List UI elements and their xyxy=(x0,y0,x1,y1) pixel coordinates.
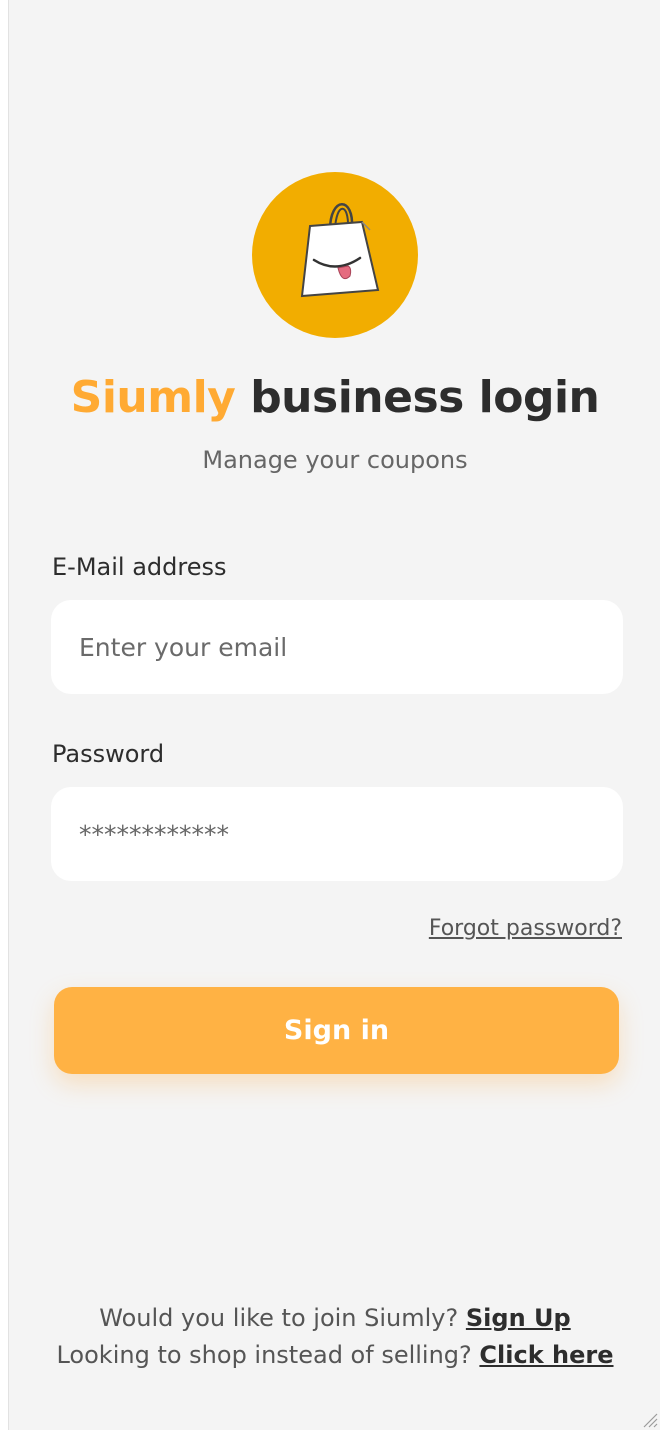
join-line: Would you like to join Siumly? Sign Up xyxy=(9,1304,660,1332)
login-page: Siumly business login Manage your coupon… xyxy=(8,0,660,1430)
siumly-logo xyxy=(252,172,418,338)
forgot-password-link[interactable]: Forgot password? xyxy=(429,916,622,941)
email-label: E-Mail address xyxy=(52,553,227,581)
signin-button[interactable]: Sign in xyxy=(54,987,619,1074)
click-here-link[interactable]: Click here xyxy=(479,1341,613,1369)
resize-grip-icon[interactable] xyxy=(638,1408,658,1428)
shop-line: Looking to shop instead of selling? Clic… xyxy=(9,1341,660,1369)
page-subtitle: Manage your coupons xyxy=(202,446,468,474)
signup-link[interactable]: Sign Up xyxy=(466,1304,571,1332)
email-field[interactable] xyxy=(51,600,623,694)
password-field[interactable] xyxy=(51,787,623,881)
page-title: Siumly business login xyxy=(9,372,660,423)
title-rest: business login xyxy=(250,372,600,423)
password-label: Password xyxy=(52,740,165,768)
join-text: Would you like to join Siumly? xyxy=(99,1304,459,1332)
title-brand: Siumly xyxy=(70,372,236,423)
shopping-bag-smile-icon xyxy=(300,203,380,298)
shop-text: Looking to shop instead of selling? xyxy=(56,1341,472,1369)
